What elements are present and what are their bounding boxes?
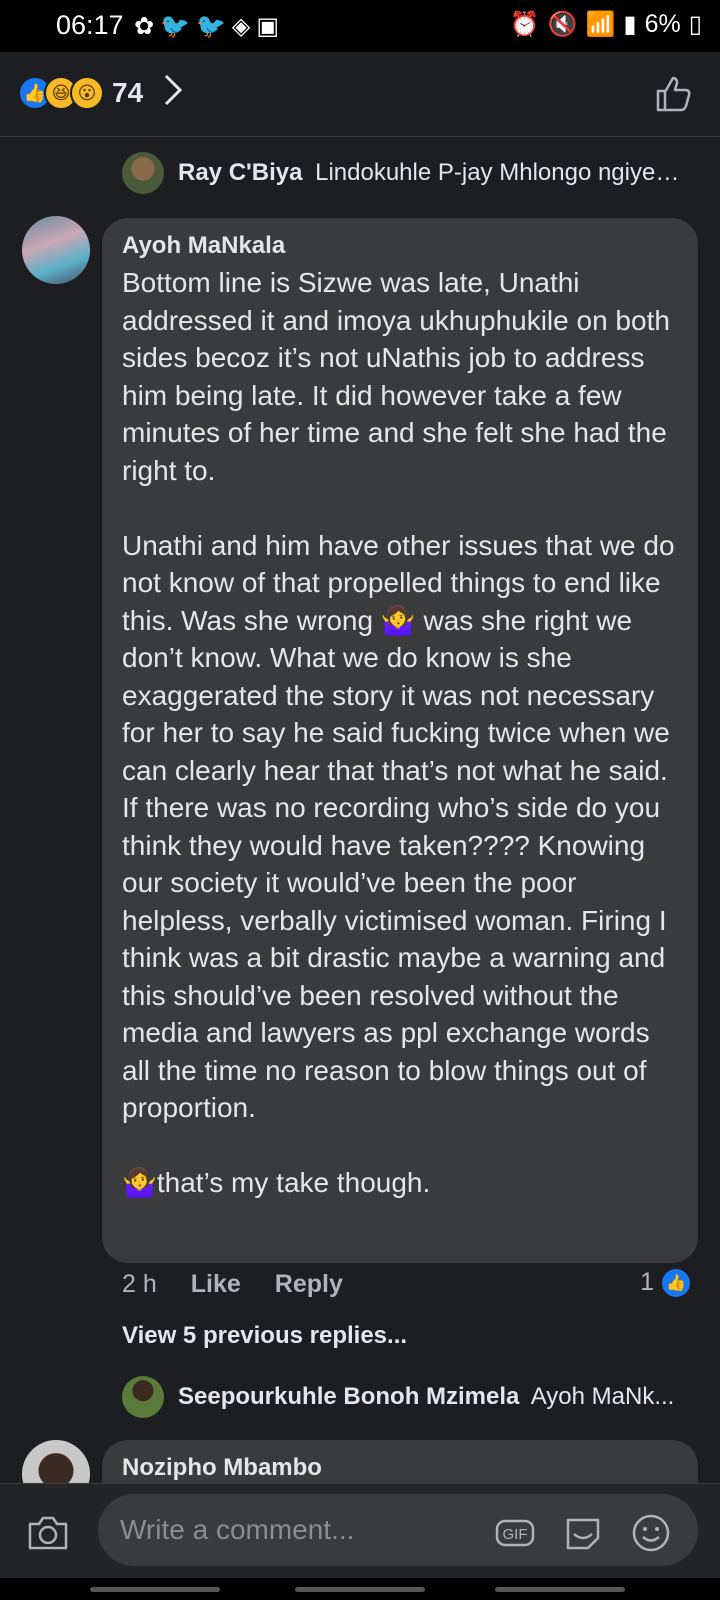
navigation-gesture-bar [0,1578,720,1600]
system-icons: ⏰ 🔇 📶 ▮ 6% ▯ [510,10,702,39]
comment-actions: 2 h Like Reply [122,1270,377,1299]
signal-icon: ▮ [623,11,637,38]
view-previous-replies-link[interactable]: View 5 previous replies... [122,1322,407,1350]
comment-input-placeholder: Write a comment... [120,1514,355,1545]
nav-handle[interactable] [295,1587,425,1592]
reply-snippet: Lindokuhle P-jay Mhlongo ngiyez... [315,159,686,186]
diamond-icon: ◈ [231,13,251,40]
avatar[interactable] [22,216,90,284]
reactions-summary[interactable]: 👍 😆 😮 74 [18,76,143,110]
mute-icon: 🔇 [547,11,578,38]
reactions-header: 👍 😆 😮 74 [0,52,720,137]
nav-handle[interactable] [495,1587,625,1592]
gif-icon[interactable]: GIF [494,1512,536,1554]
reply-preview[interactable]: Ray C'Biya Lindokuhle P-jay Mhlongo ngiy… [122,152,686,194]
twitter-icon: 🐦 [160,13,190,40]
like-button-icon[interactable] [654,74,694,114]
like-icon: 👍 [662,1268,690,1297]
nav-handle[interactable] [90,1587,220,1592]
status-time: 06:17 [56,10,124,40]
status-bar: 06:17 ✿ 🐦 🐦 ◈ ▣ ⏰ 🔇 📶 ▮ 6% ▯ [0,0,720,52]
avatar [122,1376,164,1418]
reply-preview[interactable]: Seepourkuhle Bonoh Mzimela Ayoh MaNk... [122,1376,686,1418]
notification-icons: ✿ 🐦 🐦 ◈ ▣ [134,12,279,41]
reaction-count: 74 [112,77,144,108]
comment-author[interactable]: Ayoh MaNkala [122,232,678,260]
alarm-icon: ⏰ [509,11,540,38]
camera-icon[interactable] [26,1512,70,1552]
comment-author[interactable]: Nozipho Mbambo [122,1454,678,1482]
chevron-right-icon[interactable] [160,72,186,108]
gallery-icon: ▣ [256,13,280,40]
reply-snippet: Ayoh MaNk... [530,1383,675,1410]
like-count-value: 1 [640,1268,654,1296]
comment-like-count[interactable]: 1 👍 [640,1268,690,1297]
comment-timestamp: 2 h [122,1270,157,1298]
battery-icon: ▯ [688,11,702,38]
reply-preview-text: Ray C'Biya Lindokuhle P-jay Mhlongo ngiy… [178,159,686,187]
reply-author: Seepourkuhle Bonoh Mzimela [178,1383,520,1410]
comment-composer: Write a comment... GIF [0,1483,720,1579]
reply-author: Ray C'Biya [178,159,303,186]
gif-label: GIF [503,1526,528,1543]
avatar [122,152,164,194]
sticker-icon[interactable] [562,1512,604,1554]
comment-body: Bottom line is Sizwe was late, Unathi ad… [122,267,675,1198]
like-button[interactable]: Like [191,1270,241,1299]
comment-bubble: Ayoh MaNkala Bottom line is Sizwe was la… [102,218,698,1263]
wow-icon: 😮 [70,76,104,110]
comment-input[interactable]: Write a comment... GIF [98,1494,698,1566]
reply-button[interactable]: Reply [275,1270,343,1299]
sunflower-icon: ✿ [134,13,155,40]
twitter-icon: 🐦 [196,13,226,40]
battery-percentage: 6% [644,10,681,38]
reply-preview-text: Seepourkuhle Bonoh Mzimela Ayoh MaNk... [178,1383,686,1411]
wifi-icon: 📶 [585,11,616,38]
emoji-icon[interactable] [630,1512,672,1554]
